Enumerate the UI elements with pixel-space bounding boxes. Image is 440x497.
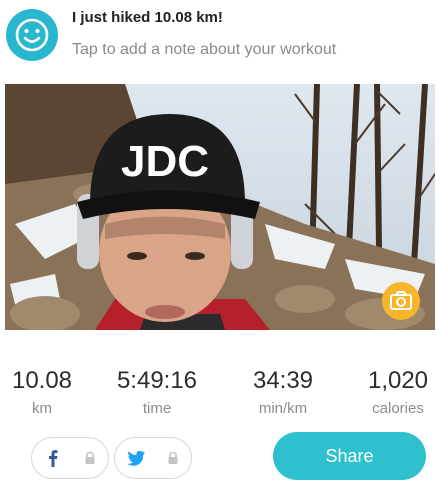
stat-value: 1,020: [367, 367, 429, 394]
stat-label: time: [142, 400, 172, 417]
camera-button[interactable]: [382, 282, 420, 320]
hiker-selfie-image: JDC: [5, 84, 435, 330]
smiley-face-icon: [6, 9, 58, 61]
stat-value: 34:39: [252, 367, 314, 394]
facebook-share-toggle[interactable]: [31, 437, 109, 479]
stat-value: 10.08: [11, 367, 73, 394]
stat-calories: 1,020 calories: [356, 366, 440, 420]
cap-text: JDC: [121, 137, 209, 186]
stat-pace: 34:39 min/km: [240, 366, 326, 420]
stat-time: 5:49:16 time: [102, 366, 212, 420]
stat-distance: 10.08 km: [4, 366, 80, 420]
workout-title: I just hiked 10.08 km!: [72, 9, 223, 26]
twitter-share-toggle[interactable]: [114, 437, 192, 479]
stat-label: min/km: [258, 400, 308, 417]
camera-icon: [390, 291, 412, 310]
lock-icon: [85, 451, 95, 464]
stat-label: calories: [372, 400, 424, 417]
workout-header: I just hiked 10.08 km! Tap to add a note…: [0, 0, 440, 82]
share-button[interactable]: Share: [273, 432, 426, 480]
workout-photo[interactable]: JDC: [5, 84, 435, 330]
stat-label: km: [32, 400, 52, 417]
facebook-icon: [49, 450, 58, 467]
twitter-icon: [127, 450, 145, 466]
stat-value: 5:49:16: [116, 367, 198, 394]
add-note-field[interactable]: Tap to add a note about your workout: [72, 41, 336, 59]
lock-icon: [168, 451, 178, 464]
